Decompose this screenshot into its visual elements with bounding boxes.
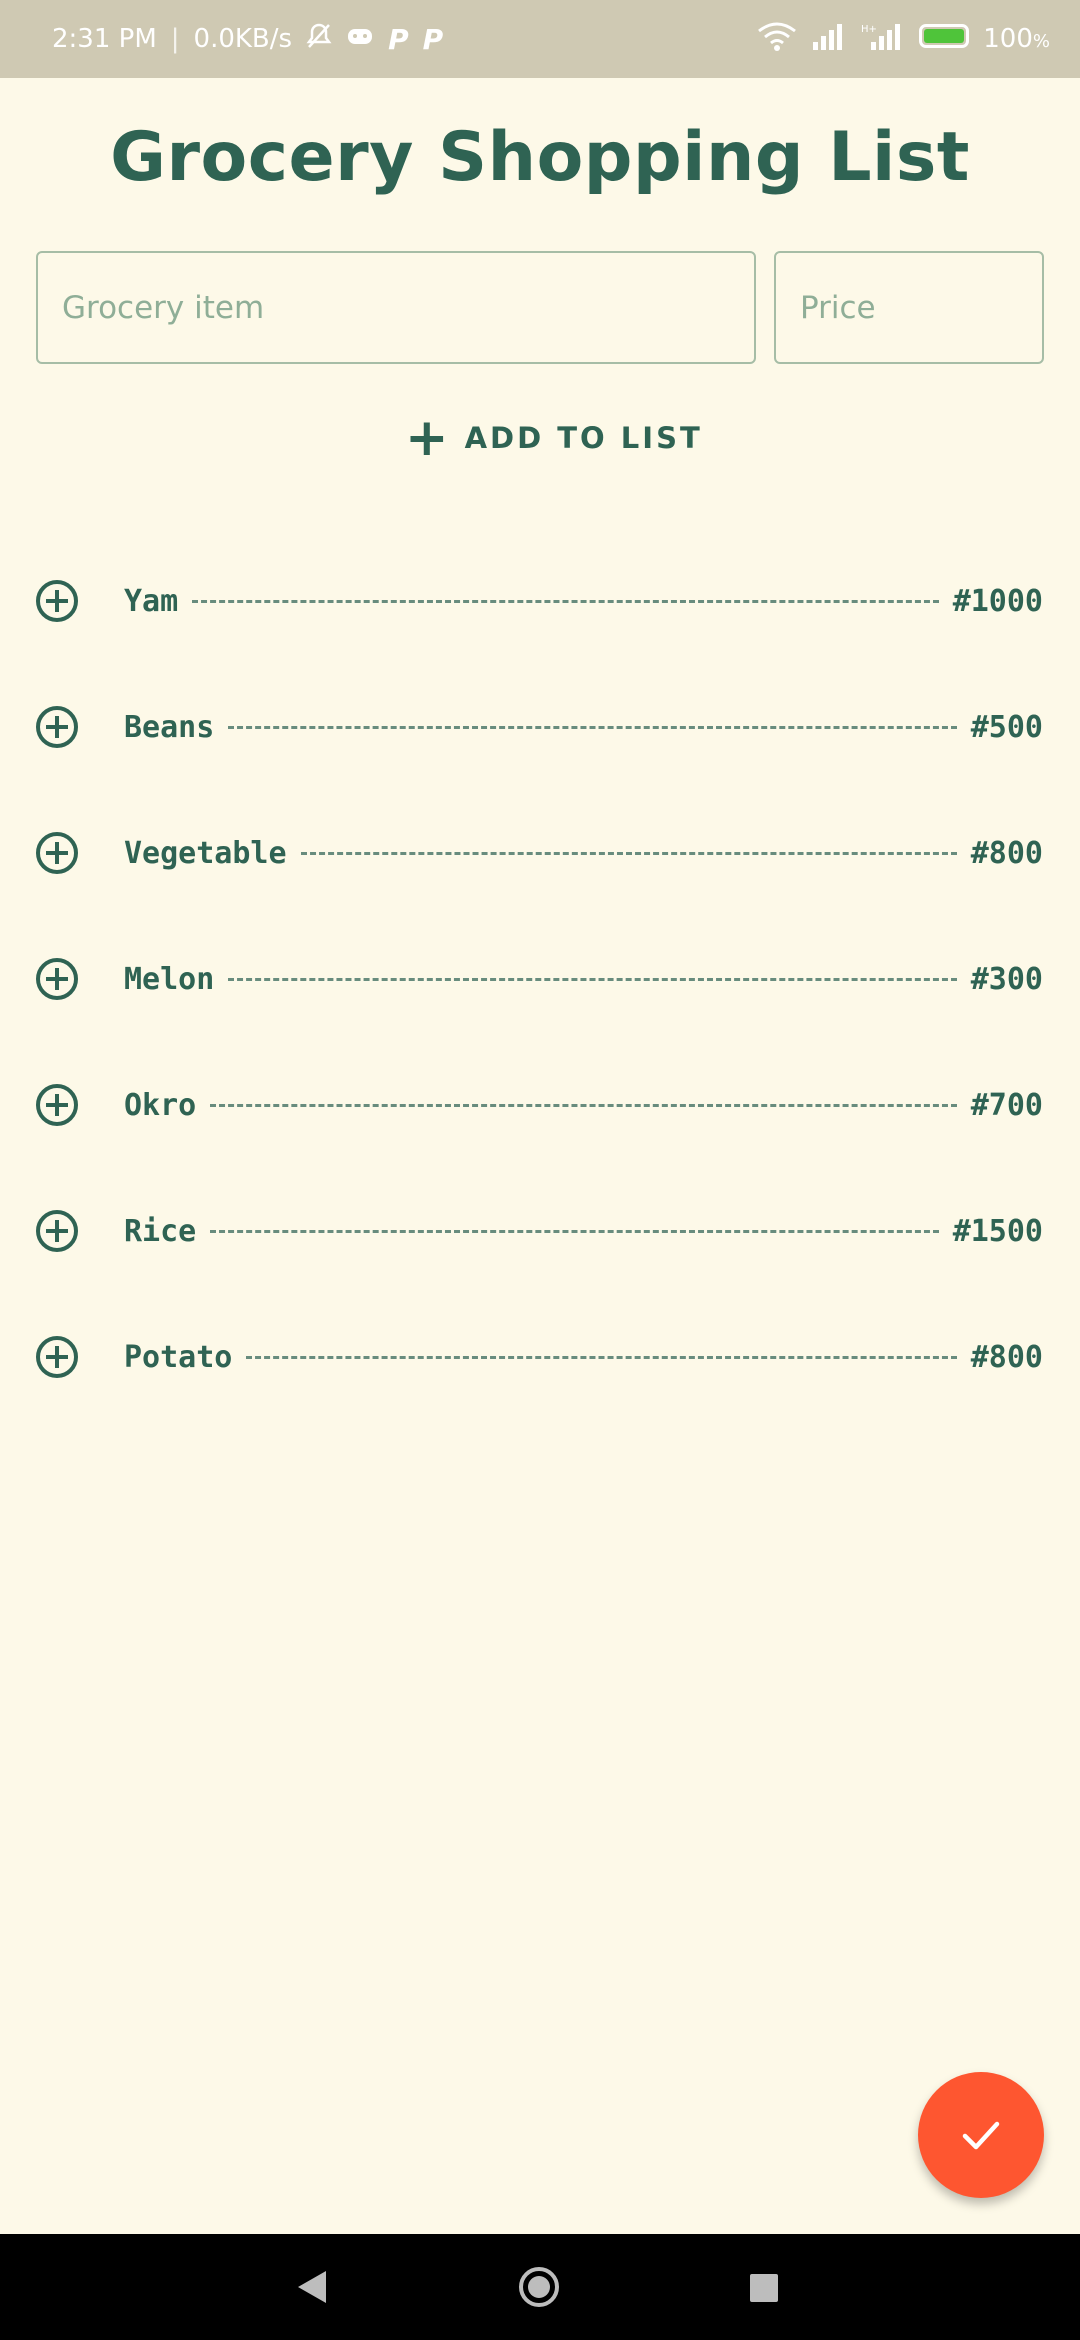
item-price: #800 [970,1339,1043,1375]
dotted-leader [210,1229,939,1233]
bell-off-icon [306,22,332,57]
item-name: Potato [124,1339,233,1375]
list-item: Rice #1500 [0,1168,1080,1294]
add-circle-icon[interactable] [36,958,78,1000]
confirm-fab-button[interactable] [918,2072,1044,2198]
back-icon[interactable] [298,2271,326,2303]
add-circle-icon[interactable] [36,1336,78,1378]
price-input[interactable] [774,251,1044,364]
dotted-leader [228,977,957,981]
item-name: Okro [124,1087,197,1123]
signal-icon: H+ [861,22,905,57]
page-title: Grocery Shopping List [110,118,970,197]
navigation-bar [0,2234,1080,2340]
item-price: #1500 [952,1213,1043,1249]
item-price: #300 [970,961,1043,997]
list-item: Melon #300 [0,916,1080,1042]
item-name: Beans [124,709,215,745]
add-circle-icon[interactable] [36,1210,78,1252]
item-price: #1000 [952,583,1043,619]
dotted-leader [300,851,957,855]
status-right: H+ 100% [757,21,1050,58]
add-to-list-button[interactable]: + ADD TO LIST [405,408,703,468]
add-circle-icon[interactable] [36,706,78,748]
list-item: Beans #500 [0,664,1080,790]
plus-icon: + [405,408,449,468]
status-separator: | [170,24,180,54]
add-circle-icon[interactable] [36,1084,78,1126]
status-left: 2:31 PM | 0.0KB/s P P [52,22,443,57]
dotted-leader [192,599,939,603]
dotted-leader [246,1355,957,1359]
item-price: #700 [970,1087,1043,1123]
item-name: Yam [124,583,179,619]
dotted-leader [210,1103,957,1107]
grocery-list: Yam #1000 Beans #500 Vegetable #800 Melo… [0,538,1080,1420]
status-time: 2:31 PM [52,24,157,54]
list-item: Potato #800 [0,1294,1080,1420]
item-name: Melon [124,961,215,997]
recents-icon[interactable] [750,2274,778,2302]
grocery-item-input[interactable] [36,251,756,364]
status-bar: 2:31 PM | 0.0KB/s P P H+ 100% [0,0,1080,78]
svg-text:H+: H+ [861,24,877,35]
item-name: Vegetable [124,835,287,871]
item-price: #800 [970,835,1043,871]
p-icon: P [388,22,409,56]
dotted-leader [228,725,957,729]
check-icon [962,2121,1000,2150]
list-item: Yam #1000 [0,538,1080,664]
add-circle-icon[interactable] [36,580,78,622]
battery-charging-icon [919,23,970,55]
item-name: Rice [124,1213,197,1249]
item-price: #500 [970,709,1043,745]
add-to-list-label: ADD TO LIST [464,421,703,455]
list-item: Okro #700 [0,1042,1080,1168]
network-speed: 0.0KB/s [193,24,293,54]
battery-level: 100% [983,24,1050,54]
wifi-icon [757,21,797,58]
signal-icon [811,22,847,57]
add-circle-icon[interactable] [36,832,78,874]
list-item: Vegetable #800 [0,790,1080,916]
home-icon[interactable] [519,2267,559,2307]
game-icon [346,23,374,56]
p-icon: P [422,22,444,56]
